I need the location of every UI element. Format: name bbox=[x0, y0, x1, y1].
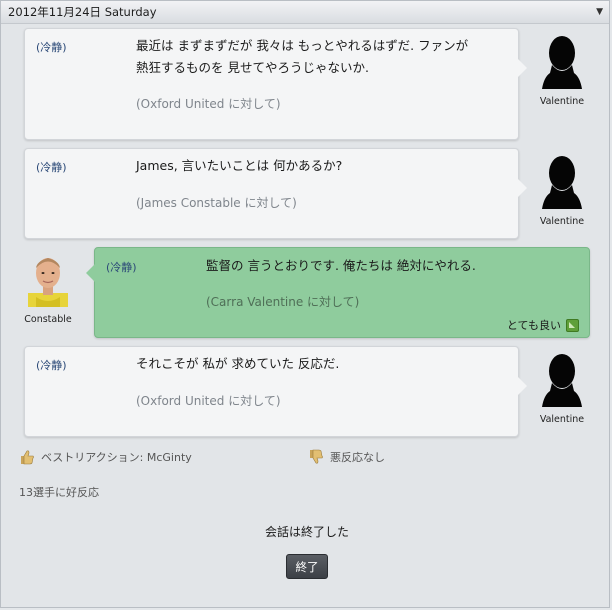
tone-label: (冷静) bbox=[106, 261, 137, 274]
speaker-constable: Constable bbox=[18, 253, 78, 325]
bad-reaction-label: 悪反応なし bbox=[330, 451, 385, 464]
message-target: (Oxford United に対して) bbox=[136, 394, 281, 408]
speaker-valentine-3: Valentine bbox=[532, 351, 592, 425]
message-text: 最近は まずまずだが 我々は もっとやれるはずだ. ファンが 熱狂するものを 見… bbox=[136, 35, 468, 79]
player-face-avatar-icon bbox=[28, 258, 68, 307]
conversation-status: 会話は終了した bbox=[264, 525, 349, 539]
message-bubble-4: (冷静) それこそが 私が 求めていた 反応だ. (Oxford United … bbox=[24, 346, 527, 437]
message-line: それこそが 私が 求めていた 反応だ. bbox=[136, 356, 340, 371]
message-target: (Oxford United に対して) bbox=[136, 97, 281, 111]
message-bubble-1: (冷静) 最近は まずまずだが 我々は もっとやれるはずだ. ファンが 熱狂する… bbox=[24, 28, 527, 140]
speaker-valentine-1: Valentine bbox=[532, 33, 592, 107]
message-text: それこそが 私が 求めていた 反応だ. bbox=[136, 353, 339, 375]
speaker-name: Valentine bbox=[539, 216, 585, 227]
thumbs-up-icon bbox=[21, 450, 34, 465]
message-bubble-2: (冷静) James, 言いたいことは 何かあるか? (James Consta… bbox=[24, 148, 527, 239]
tone-label: (冷静) bbox=[36, 359, 67, 372]
date-label: 2012年11月24日 Saturday bbox=[8, 5, 157, 19]
tone-label: (冷静) bbox=[36, 161, 67, 174]
speaker-name: Valentine bbox=[539, 414, 585, 425]
speaker-valentine-2: Valentine bbox=[532, 153, 592, 227]
silhouette-avatar-icon bbox=[542, 156, 582, 209]
best-reaction: ベストリアクション: McGinty bbox=[19, 449, 192, 465]
message-text: 監督の 言うとおりです. 俺たちは 絶対にやれる. bbox=[206, 255, 476, 277]
message-line: 最近は まずまずだが 我々は もっとやれるはずだ. ファンが bbox=[136, 38, 469, 53]
message-target: (James Constable に対して) bbox=[136, 196, 297, 210]
message-line: 熱狂するものを 見せてやろうじゃないか. bbox=[136, 60, 369, 75]
message-bubble-3: (冷静) 監督の 言うとおりです. 俺たちは 絶対にやれる. (Carra Va… bbox=[86, 247, 590, 338]
positive-count-label: 13選手に好反応 bbox=[19, 486, 99, 499]
end-button[interactable]: 終了 bbox=[286, 554, 328, 579]
speaker-name: Valentine bbox=[539, 96, 585, 107]
message-line: 監督の 言うとおりです. 俺たちは 絶対にやれる. bbox=[206, 258, 476, 273]
panel-header: 2012年11月24日 Saturday ▼ bbox=[1, 1, 609, 24]
reaction-rating: とても良い bbox=[507, 317, 579, 333]
collapse-arrow-icon[interactable]: ▼ bbox=[596, 7, 603, 17]
tone-label: (冷静) bbox=[36, 41, 67, 54]
message-text: James, 言いたいことは 何かあるか? bbox=[136, 155, 342, 177]
message-target: (Carra Valentine に対して) bbox=[206, 295, 360, 309]
rating-indicator-icon bbox=[566, 318, 579, 332]
conversation-panel: 2012年11月24日 Saturday ▼ (冷静) 最近は まずまずだが 我… bbox=[0, 0, 610, 608]
bad-reaction: 悪反応なし bbox=[308, 449, 385, 465]
silhouette-avatar-icon bbox=[542, 36, 582, 89]
silhouette-avatar-icon bbox=[542, 354, 582, 407]
best-reaction-label: ベストリアクション: McGinty bbox=[41, 451, 192, 464]
message-line: James, 言いたいことは 何かあるか? bbox=[136, 158, 343, 173]
positive-count: 13選手に好反応 bbox=[19, 484, 99, 500]
thumbs-down-icon bbox=[310, 449, 323, 464]
rating-label: とても良い bbox=[506, 319, 561, 332]
speaker-name: Constable bbox=[24, 314, 72, 325]
